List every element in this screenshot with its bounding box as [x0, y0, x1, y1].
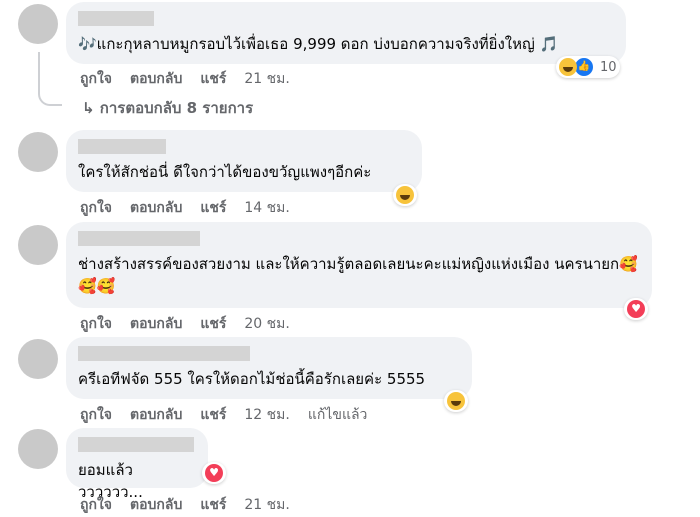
comment-actions: ถูกใจ ตอบกลับ แชร์ 12 ชม. แก้ไขแล้ว — [80, 404, 385, 426]
avatar[interactable] — [18, 4, 58, 44]
heart-icon: ♥ — [627, 300, 645, 318]
avatar[interactable] — [18, 132, 58, 172]
reaction-summary[interactable]: 👍 10 — [556, 56, 620, 78]
comment-actions: ถูกใจ ตอบกลับ แชร์ 21 ชม. — [80, 68, 308, 90]
comment-text: ใครให้สักช่อนี่ ดีใจกว่าได้ของขวัญแพงๆอี… — [78, 163, 372, 181]
edited-label[interactable]: แก้ไขแล้ว — [308, 404, 368, 426]
reply-button[interactable]: ตอบกลับ — [130, 494, 182, 516]
share-button[interactable]: แชร์ — [200, 68, 226, 90]
like-button[interactable]: ถูกใจ — [80, 197, 112, 219]
reply-button[interactable]: ตอบกลับ — [130, 404, 182, 426]
reaction-count: 10 — [600, 59, 617, 75]
reply-button[interactable]: ตอบกลับ — [130, 197, 182, 219]
avatar[interactable] — [18, 429, 58, 469]
comment-bubble: 🎶แกะกุหลาบหมูกรอบไว้เพื่อเธอ 9,999 ดอก บ… — [66, 2, 626, 64]
like-button[interactable]: ถูกใจ — [80, 313, 112, 335]
thread-line — [38, 52, 62, 106]
reaction-summary[interactable]: ♥ — [202, 462, 226, 484]
comment-bubble: ใครให้สักช่อนี่ ดีใจกว่าได้ของขวัญแพงๆอี… — [66, 130, 422, 192]
reply-button[interactable]: ตอบกลับ — [130, 68, 182, 90]
comment-text: ครีเอทีฟจัด 555 ใครให้ดอกไม้ช่อนี้คือรัก… — [78, 370, 426, 388]
timestamp[interactable]: 14 ชม. — [244, 197, 289, 219]
heart-icon: ♥ — [205, 464, 223, 482]
share-button[interactable]: แชร์ — [200, 404, 226, 426]
comment-actions: ถูกใจ ตอบกลับ แชร์ 14 ชม. — [80, 197, 308, 219]
timestamp[interactable]: 20 ชม. — [244, 313, 289, 335]
author-name-redacted[interactable] — [78, 346, 250, 361]
view-replies-link[interactable]: ↳ การตอบกลับ 8 รายการ — [82, 96, 253, 120]
haha-icon — [396, 186, 414, 204]
comment-actions: ถูกใจ ตอบกลับ แชร์ 20 ชม. — [80, 313, 308, 335]
avatar[interactable] — [18, 225, 58, 265]
reply-button[interactable]: ตอบกลับ — [130, 313, 182, 335]
reaction-summary[interactable] — [393, 184, 417, 206]
like-button[interactable]: ถูกใจ — [80, 68, 112, 90]
comment-bubble: ครีเอทีฟจัด 555 ใครให้ดอกไม้ช่อนี้คือรัก… — [66, 337, 472, 399]
timestamp[interactable]: 21 ชม. — [244, 68, 289, 90]
share-button[interactable]: แชร์ — [200, 313, 226, 335]
comment-bubble: ยอมแล้ววววววว... — [66, 428, 208, 501]
comment-actions: ถูกใจ ตอบกลับ แชร์ 21 ชม. — [80, 494, 308, 516]
share-button[interactable]: แชร์ — [200, 494, 226, 516]
avatar[interactable] — [18, 339, 58, 379]
author-name-redacted[interactable] — [78, 437, 194, 452]
like-button[interactable]: ถูกใจ — [80, 404, 112, 426]
comment-text: ช่างสร้างสรรค์ของสวยงาม และให้ความรู้ตลอ… — [78, 255, 638, 295]
timestamp[interactable]: 21 ชม. — [244, 494, 289, 516]
timestamp[interactable]: 12 ชม. — [244, 404, 289, 426]
comment-bubble: ช่างสร้างสรรค์ของสวยงาม และให้ความรู้ตลอ… — [66, 222, 652, 308]
like-button[interactable]: ถูกใจ — [80, 494, 112, 516]
reaction-summary[interactable]: ♥ — [624, 298, 648, 320]
author-name-redacted[interactable] — [78, 231, 200, 246]
share-button[interactable]: แชร์ — [200, 197, 226, 219]
haha-icon — [447, 392, 465, 410]
author-name-redacted[interactable] — [78, 11, 154, 26]
comment-text: 🎶แกะกุหลาบหมูกรอบไว้เพื่อเธอ 9,999 ดอก บ… — [78, 35, 559, 53]
haha-icon — [559, 58, 577, 76]
author-name-redacted[interactable] — [78, 139, 166, 154]
reaction-summary[interactable] — [444, 390, 468, 412]
